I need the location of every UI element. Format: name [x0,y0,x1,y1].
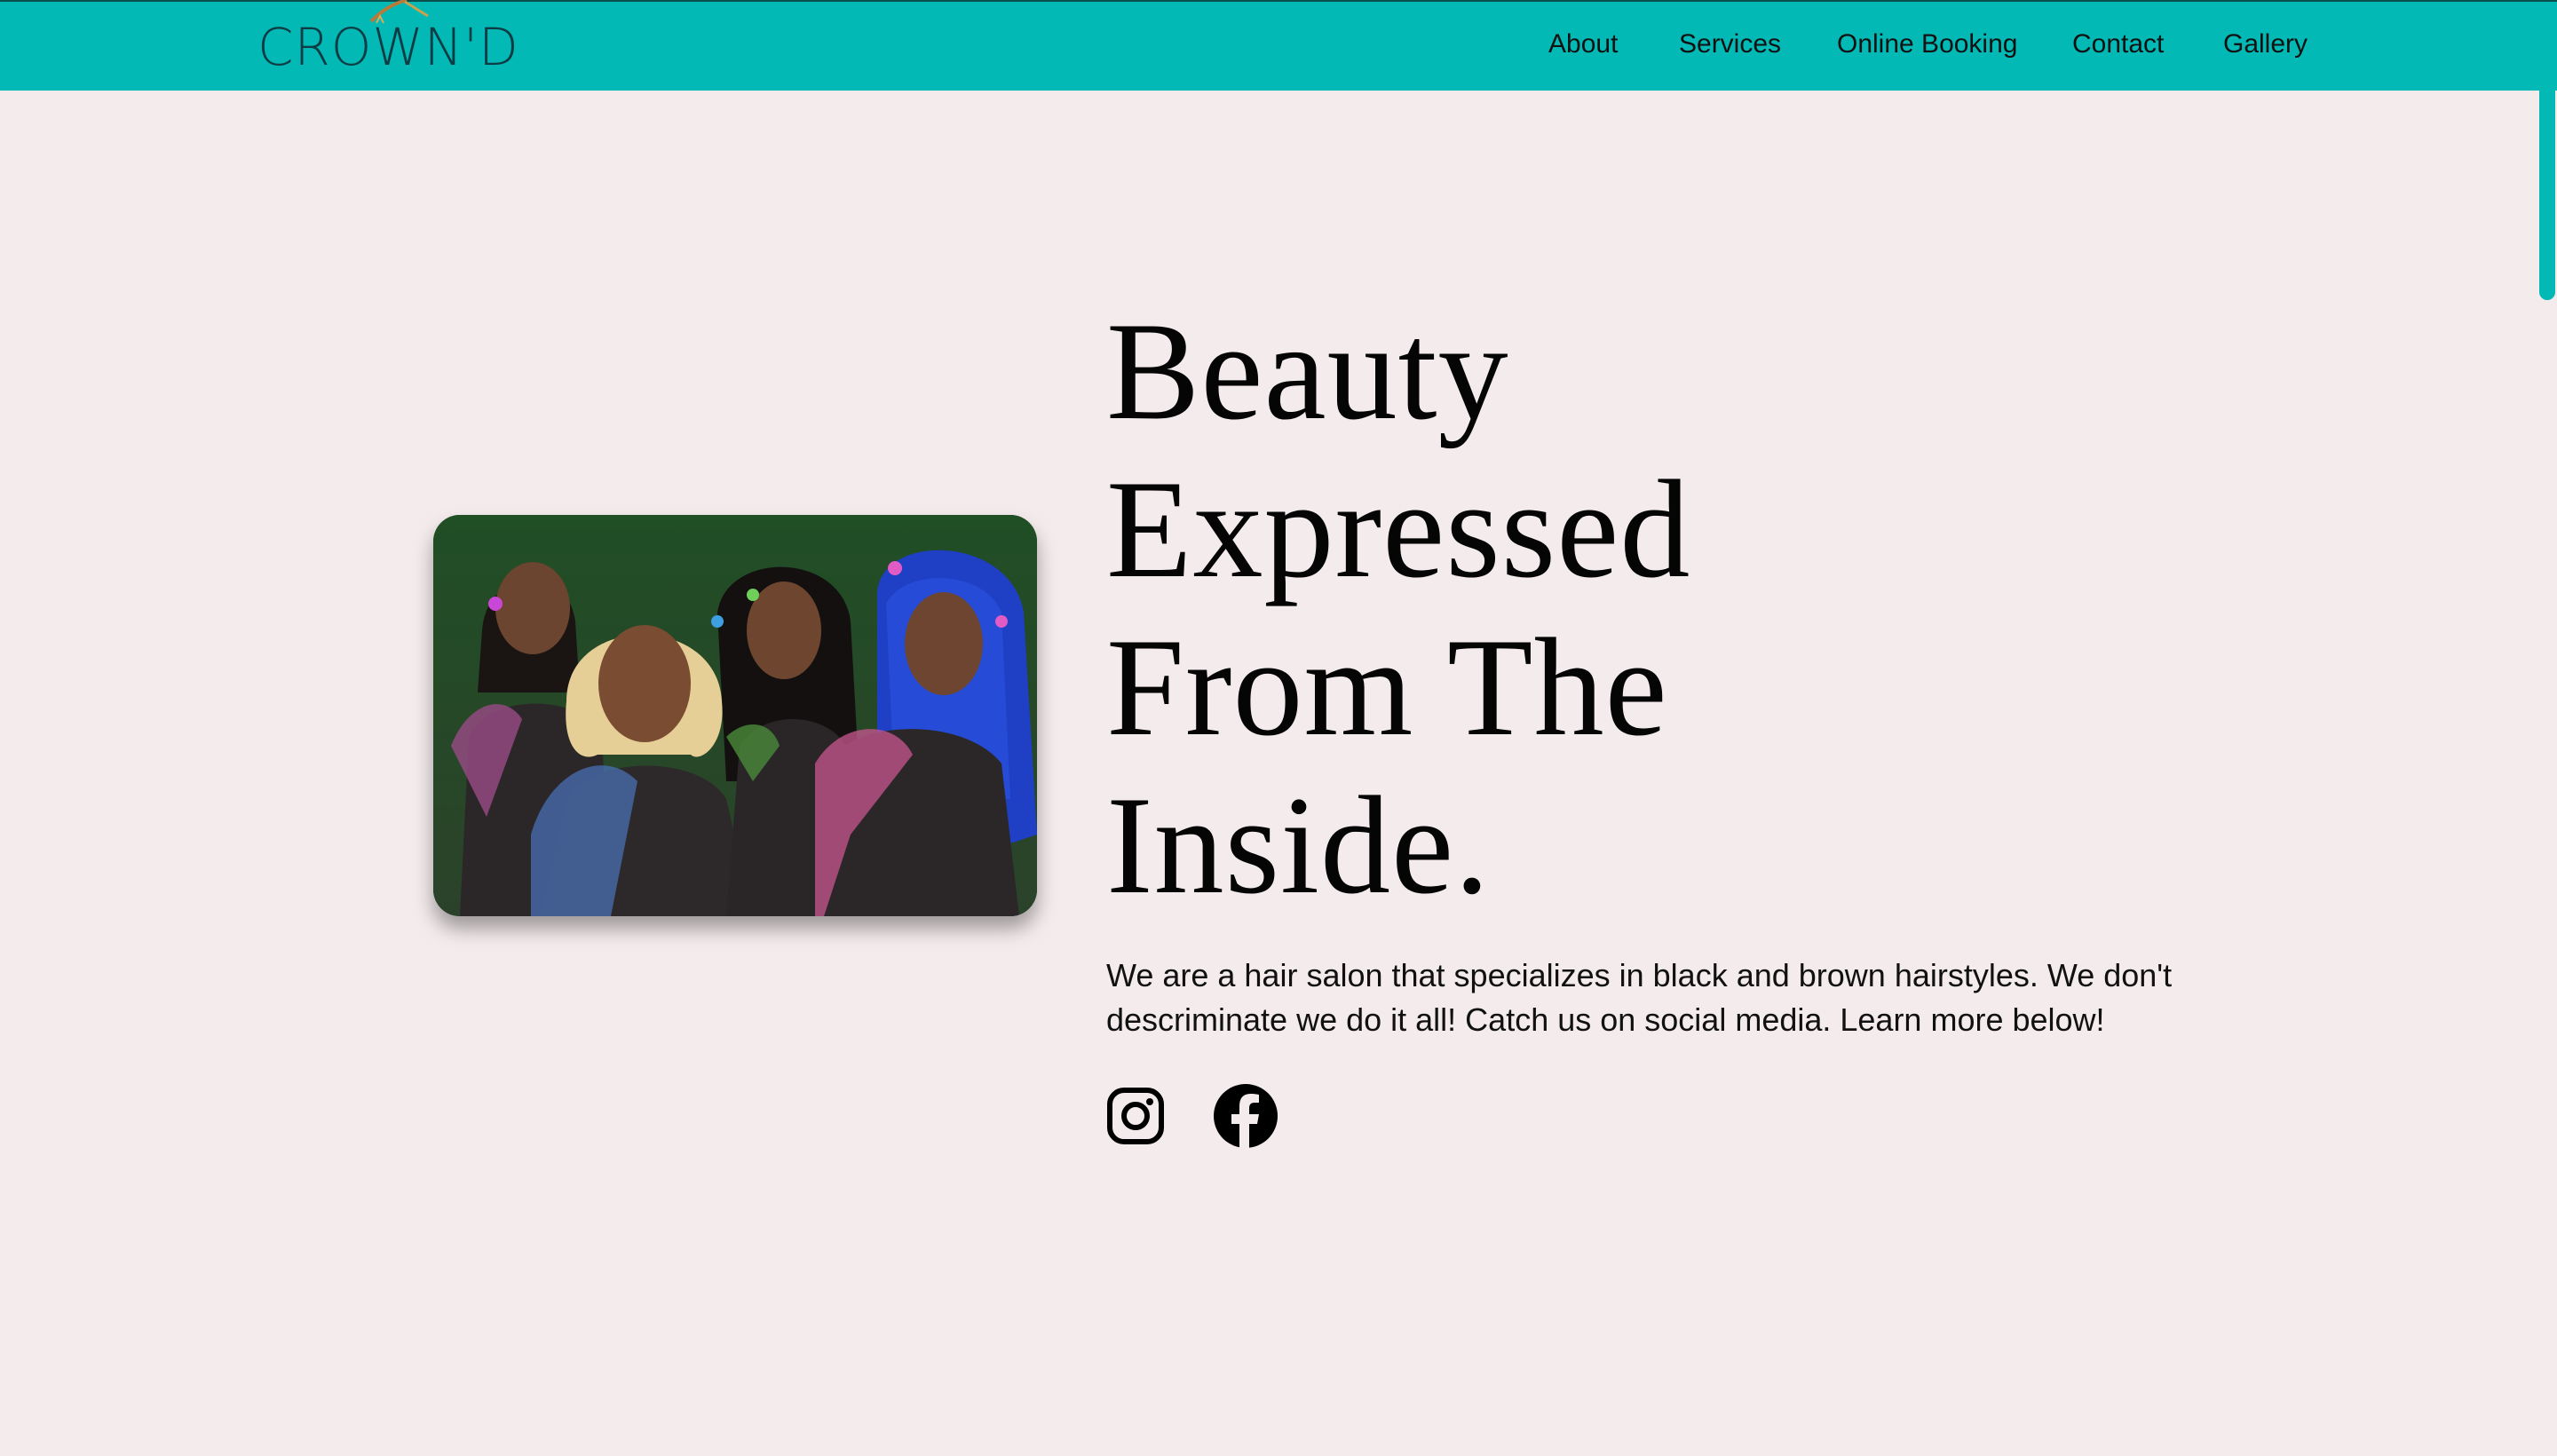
facebook-icon [1214,1084,1278,1149]
hero-headline: Beauty Expressed From The Inside. [1106,293,1905,925]
top-navbar: CROWN'D About Services Online Booking Co… [0,0,2557,91]
headline-line-1: Beauty [1106,294,1509,449]
facebook-link[interactable] [1213,1083,1278,1149]
hero-description: We are a hair salon that specializes in … [1106,957,2173,1038]
instagram-link[interactable] [1106,1087,1165,1145]
social-links [1106,1083,1278,1149]
instagram-icon [1107,1088,1164,1144]
hero-photo-illustration [433,515,1037,916]
logo-wordmark: CROWN'D [257,17,519,77]
headline-line-2: Expressed [1106,452,1691,607]
headline-line-4: Inside. [1106,768,1491,923]
nav-contact-link[interactable]: Contact [2072,28,2164,60]
headline-line-3: From The [1106,610,1668,765]
hero-photo [433,515,1037,916]
nav-services-link[interactable]: Services [1679,28,1781,60]
nav-online-booking-link[interactable]: Online Booking [1837,28,2017,60]
nav-gallery-link[interactable]: Gallery [2223,28,2308,60]
page-scrollbar-thumb[interactable] [2539,91,2555,300]
site-logo[interactable]: CROWN'D [257,0,519,91]
nav-about-link[interactable]: About [1548,28,1618,60]
